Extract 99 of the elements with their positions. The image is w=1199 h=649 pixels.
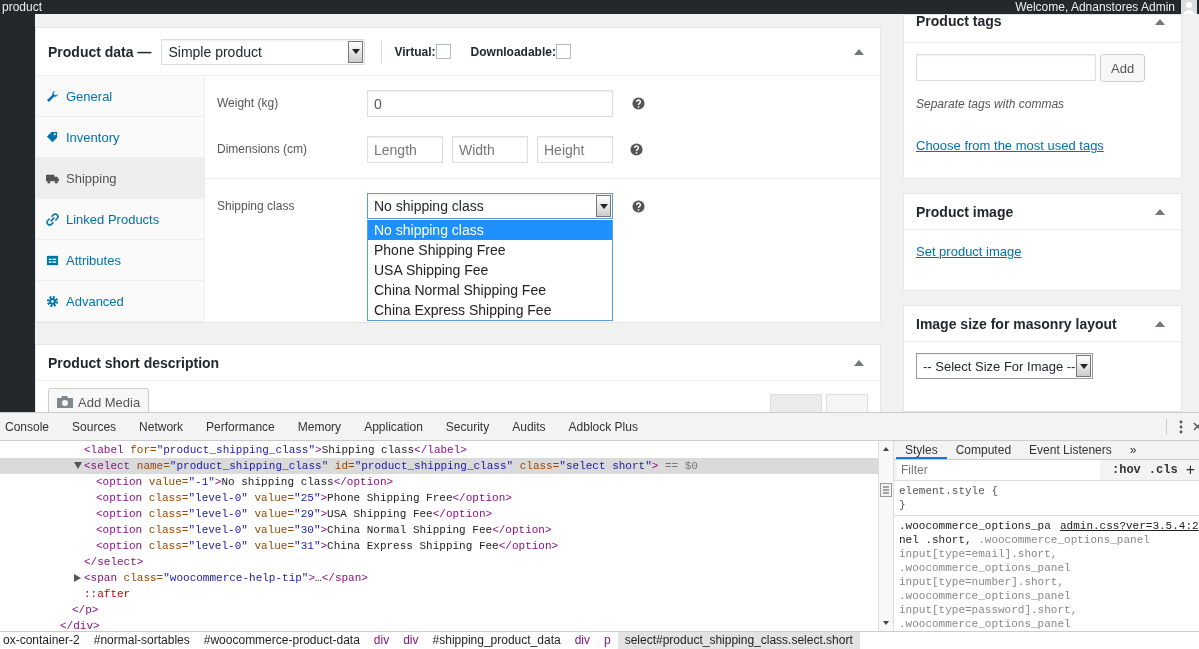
breadcrumb-item[interactable]: #normal-sortables [86, 632, 197, 649]
product-data-tab[interactable]: Shipping [36, 158, 204, 199]
breadcrumb-item[interactable]: div [366, 632, 397, 649]
dimension-field[interactable]: Height [537, 136, 613, 163]
field-label: Dimensions (cm) [217, 141, 308, 156]
most-used-tags-link[interactable]: Choose from the most used tags [916, 138, 1104, 153]
shipping-class-select[interactable]: No shipping class [367, 193, 613, 219]
breadcrumb-item[interactable]: #woocommerce-product-data [196, 632, 367, 649]
styles-tab[interactable]: Computed [946, 441, 1021, 459]
field-label: Shipping class [217, 198, 296, 213]
selector-line: nel .short, .woocommerce_options_panel [899, 533, 1151, 547]
gear-icon [46, 294, 59, 308]
panel-title: Product tags [916, 14, 1002, 29]
devtools-tab[interactable]: Audits [512, 419, 546, 434]
dropdown-option[interactable]: China Normal Shipping Fee [368, 280, 612, 300]
breadcrumb-item[interactable]: ox-container-2 [0, 632, 87, 649]
image-size-select[interactable]: -- Select Size For Image -- [916, 353, 1093, 379]
dom-node-line[interactable]: <option value="-1">No shipping class</option> [0, 474, 878, 490]
selector-line: input[type=password].short, [899, 603, 1079, 617]
dom-node-line[interactable]: <option class="level-0" value="29">USA Shipping Fee</option> [0, 506, 878, 522]
panel-title: Product data — [48, 43, 152, 60]
cls-toggle[interactable]: .cls [1148, 463, 1178, 477]
dropdown-option[interactable]: USA Shipping Fee [368, 260, 612, 280]
tag-input-field[interactable] [916, 54, 1096, 81]
devtools-tab[interactable]: Memory [297, 419, 342, 434]
product-data-tab[interactable]: Linked Products [36, 199, 204, 240]
expand-arrow-icon[interactable] [74, 462, 82, 469]
field-label: Weight (kg) [217, 95, 280, 110]
panel-title: Product image [916, 203, 1014, 220]
devtools-tab[interactable]: Network [139, 419, 184, 434]
caret-icon [596, 195, 611, 217]
devtools-tab[interactable]: Console [5, 419, 50, 434]
set-image-link[interactable]: Set product image [916, 244, 1022, 259]
devtools-tab[interactable]: Adblock Plus [568, 419, 638, 434]
styles-tab[interactable]: » [1120, 441, 1146, 459]
link-icon [46, 212, 59, 226]
dom-node-line[interactable]: ::after [0, 586, 878, 602]
hint-text: Separate tags with commas [916, 97, 1066, 111]
help-icon[interactable] [632, 97, 645, 110]
breadcrumb-item[interactable]: #shipping_product_data [425, 632, 568, 649]
selector-line: input[type=email].short, [899, 547, 1059, 561]
checkbox-label: Virtual: [394, 44, 436, 59]
styles-tab[interactable]: Event Listeners [1020, 441, 1121, 459]
help-icon[interactable] [630, 143, 643, 156]
style-rule-line: } [899, 498, 907, 512]
devtools-tab[interactable]: Performance [206, 419, 275, 434]
devtools-tab[interactable]: Security [445, 419, 490, 434]
add-media-button[interactable]: Add Media [48, 388, 150, 412]
closing-tag-line[interactable]: </select> [0, 554, 878, 570]
dimension-field[interactable]: Length [367, 136, 443, 163]
product-data-tab[interactable]: Attributes [36, 240, 204, 281]
source-link[interactable]: admin.css?ver=3.5.4:2 [1060, 519, 1199, 533]
dom-node-line[interactable]: <option class="level-0" value="30">China Normal Shipping Fee</option> [0, 522, 878, 538]
product-type-select[interactable]: Simple product [161, 38, 366, 65]
selector-line: .woocommerce_options_panel [899, 589, 1072, 603]
caret-icon [1076, 355, 1091, 377]
dom-node-line[interactable]: <span class="woocommerce-help-tip">…</span> [0, 570, 878, 586]
breadcrumb-item[interactable]: p [597, 632, 618, 649]
dom-node-line[interactable]: <option class="level-0" value="25">Phone Shipping Free</option> [0, 490, 878, 506]
help-icon[interactable] [632, 200, 645, 213]
closing-tag-line[interactable]: </div> [0, 618, 878, 631]
tag-icon [46, 130, 59, 144]
product-data-tab[interactable]: General [36, 76, 204, 117]
menu-icon[interactable] [1179, 419, 1183, 434]
selector-line: .woocommerce_options_panel [899, 617, 1072, 631]
dropdown-option[interactable]: China Express Shipping Fee [368, 300, 612, 320]
virtual-checkbox[interactable] [435, 44, 451, 59]
scrollbar[interactable] [878, 441, 894, 631]
closing-tag-line[interactable]: </p> [0, 602, 878, 618]
list-icon [46, 253, 59, 267]
breadcrumb-item[interactable]: select#product_shipping_class.select.short [617, 632, 860, 649]
style-rule-line: element.style { [899, 484, 1000, 498]
panel-title: Image size for masonry layout [916, 315, 1117, 332]
dropdown-option[interactable]: Phone Shipping Free [368, 240, 612, 260]
dom-node-line[interactable]: <label for="product_shipping_class">Shipping class</label> [0, 442, 878, 458]
checkbox-label: Downloadable: [470, 44, 556, 59]
expand-arrow-icon[interactable] [74, 574, 81, 582]
camera-icon [57, 395, 73, 409]
panel-title: Product short description [48, 354, 220, 371]
hov-toggle[interactable]: :hov [1112, 463, 1141, 477]
new-rule-button[interactable]: + [1185, 461, 1195, 479]
dimension-field[interactable]: Width [452, 136, 528, 163]
add-button[interactable]: Add [1100, 54, 1146, 82]
dom-node-line[interactable]: <option class="level-0" value="31">China Express Shipping Fee</option> [0, 538, 878, 554]
wrench-icon [46, 89, 59, 103]
site-title[interactable]: product [0, 1, 43, 13]
welcome-text[interactable]: Welcome, Adnanstores Admin [1015, 1, 1175, 13]
selector-line: .woocommerce_options_panel [899, 561, 1072, 575]
product-data-tab[interactable]: Advanced [36, 281, 204, 322]
breadcrumb-item[interactable]: div [396, 632, 426, 649]
devtools-tab[interactable]: Application [364, 419, 423, 434]
selector-line: input[type=number].short, [899, 575, 1066, 589]
grip-icon[interactable] [880, 483, 892, 497]
breadcrumb-item[interactable]: div [567, 632, 597, 649]
caret-icon [348, 40, 364, 63]
weight-field[interactable]: 0 [367, 90, 613, 117]
devtools-tab[interactable]: Sources [72, 419, 117, 434]
downloadable-checkbox[interactable] [555, 44, 571, 59]
filter-field[interactable]: Filter [897, 460, 1100, 480]
